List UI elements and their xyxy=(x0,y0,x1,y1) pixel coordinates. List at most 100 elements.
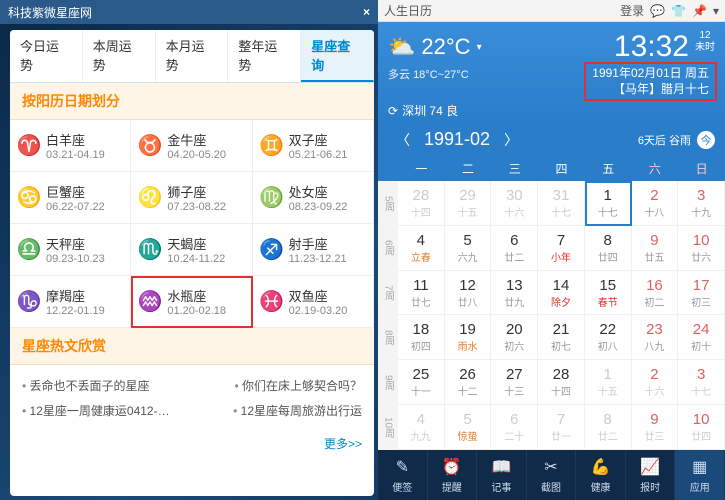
tab-3[interactable]: 整年运势 xyxy=(228,30,301,82)
zodiac-icon: ♍ xyxy=(259,185,285,211)
zodiac-巨蟹座[interactable]: ♋巨蟹座06.22-07.22 xyxy=(10,172,131,224)
day-cell[interactable]: 26十二 xyxy=(445,360,492,405)
day-cell[interactable]: 22初八 xyxy=(585,315,632,360)
day-cell[interactable]: 17初三 xyxy=(678,271,725,316)
month-label[interactable]: 1991-02 xyxy=(424,129,490,150)
login-link[interactable]: 登录 xyxy=(620,2,644,19)
toolbar-便签[interactable]: ✎便签 xyxy=(378,450,428,500)
day-cell[interactable]: 11廿七 xyxy=(398,271,445,316)
toolbar-记事[interactable]: 📖记事 xyxy=(477,450,527,500)
day-cell[interactable]: 8廿四 xyxy=(585,226,632,271)
today-button[interactable]: 今 xyxy=(697,131,715,149)
tab-2[interactable]: 本月运势 xyxy=(156,30,229,82)
toolbar-健康[interactable]: 💪健康 xyxy=(576,450,626,500)
hot-link[interactable]: 12星座每周旅游出行运 xyxy=(233,402,362,419)
toolbar-截图[interactable]: ✂截图 xyxy=(527,450,577,500)
day-cell[interactable]: 3十九 xyxy=(678,181,725,226)
day-cell[interactable]: 9廿三 xyxy=(632,405,679,450)
zodiac-金牛座[interactable]: ♉金牛座04.20-05.20 xyxy=(131,120,252,172)
day-cell[interactable]: 27十三 xyxy=(491,360,538,405)
day-cell[interactable]: 28十四 xyxy=(398,181,445,226)
pin-icon[interactable]: 📌 xyxy=(692,4,707,18)
day-cell[interactable]: 18初四 xyxy=(398,315,445,360)
hot-link[interactable]: 丢命也不丢面子的星座 xyxy=(22,377,150,394)
zodiac-摩羯座[interactable]: ♑摩羯座12.22-01.19 xyxy=(10,276,131,328)
day-cell[interactable]: 16初二 xyxy=(632,271,679,316)
day-cell[interactable]: 25十一 xyxy=(398,360,445,405)
selected-date-box: 1991年02月01日 周五 【马年】腊月十七 xyxy=(584,62,717,101)
day-cell[interactable]: 5惊蛰 xyxy=(445,405,492,450)
tab-1[interactable]: 本周运势 xyxy=(83,30,156,82)
toolbar-应用[interactable]: ▦应用 xyxy=(675,450,725,500)
zodiac-白羊座[interactable]: ♈白羊座03.21-04.19 xyxy=(10,120,131,172)
toolbar-提醒[interactable]: ⏰提醒 xyxy=(428,450,478,500)
day-cell[interactable]: 8廿二 xyxy=(585,405,632,450)
menu-icon[interactable]: ▾ xyxy=(713,4,719,18)
day-cell[interactable]: 2十八 xyxy=(632,181,679,226)
day-cell[interactable]: 13廿九 xyxy=(491,271,538,316)
refresh-icon[interactable]: ⟳ xyxy=(388,104,398,118)
day-cell[interactable]: 20初六 xyxy=(491,315,538,360)
date-gregorian: 1991年02月01日 周五 xyxy=(592,66,709,82)
zodiac-icon: ♎ xyxy=(16,237,42,263)
chat-icon[interactable]: 💬 xyxy=(650,4,665,18)
zodiac-天蝎座[interactable]: ♏天蝎座10.24-11.22 xyxy=(131,224,252,276)
hot-link[interactable]: 你们在床上够契合吗？ xyxy=(234,377,362,394)
day-cell[interactable]: 5六九 xyxy=(445,226,492,271)
day-cell[interactable]: 12廿八 xyxy=(445,271,492,316)
zodiac-天秤座[interactable]: ♎天秤座09.23-10.23 xyxy=(10,224,131,276)
toolbar-报时[interactable]: 📈报时 xyxy=(626,450,676,500)
day-cell[interactable]: 10廿六 xyxy=(678,226,725,271)
zodiac-双子座[interactable]: ♊双子座05.21-06.21 xyxy=(253,120,374,172)
day-cell[interactable]: 4九九 xyxy=(398,405,445,450)
day-cell[interactable]: 28十四 xyxy=(538,360,585,405)
day-cell[interactable]: 24初十 xyxy=(678,315,725,360)
day-cell[interactable]: 19雨水 xyxy=(445,315,492,360)
zodiac-icon: ♉ xyxy=(137,133,163,159)
zodiac-icon: ♐ xyxy=(259,237,285,263)
zodiac-狮子座[interactable]: ♌狮子座07.23-08.22 xyxy=(131,172,252,224)
day-cell[interactable]: 7小年 xyxy=(538,226,585,271)
zodiac-body: 今日运势本周运势本月运势整年运势星座查询 按阳历日期划分 ♈白羊座03.21-0… xyxy=(10,30,374,496)
day-cell[interactable]: 1十五 xyxy=(585,360,632,405)
zodiac-射手座[interactable]: ♐射手座11.23-12.21 xyxy=(253,224,374,276)
day-cell[interactable]: 10廿四 xyxy=(678,405,725,450)
day-cell[interactable]: 9廿五 xyxy=(632,226,679,271)
day-cell[interactable]: 3十七 xyxy=(678,360,725,405)
day-cell[interactable]: 14除夕 xyxy=(538,271,585,316)
day-cell[interactable]: 1十七 xyxy=(585,181,632,226)
shirt-icon[interactable]: 👕 xyxy=(671,4,686,18)
hot-link[interactable]: 12星座一周健康运0412-… xyxy=(22,402,170,419)
day-cell[interactable]: 15春节 xyxy=(585,271,632,316)
weather-chevron-icon[interactable]: ▾ xyxy=(477,42,482,53)
toolbar-icon: ✎ xyxy=(396,457,409,477)
day-cell[interactable]: 21初七 xyxy=(538,315,585,360)
day-cell[interactable]: 31十七 xyxy=(538,181,585,226)
toolbar-icon: ▦ xyxy=(692,457,707,477)
week-num: 5周 xyxy=(378,181,398,226)
day-cell[interactable]: 23八九 xyxy=(632,315,679,360)
location-row[interactable]: ⟳ 深圳 74 良 xyxy=(388,102,715,119)
next-month-button[interactable]: 〉 xyxy=(496,130,526,150)
day-cell[interactable]: 7廿一 xyxy=(538,405,585,450)
zodiac-水瓶座[interactable]: ♒水瓶座01.20-02.18 xyxy=(131,276,252,328)
day-cell[interactable]: 2十六 xyxy=(632,360,679,405)
zodiac-双鱼座[interactable]: ♓双鱼座02.19-03.20 xyxy=(253,276,374,328)
day-cell[interactable]: 4立春 xyxy=(398,226,445,271)
weather-icon: ⛅ xyxy=(388,34,415,60)
more-link[interactable]: 更多>> xyxy=(10,431,374,456)
zodiac-panel: 科技紫微星座网 × 今日运势本周运势本月运势整年运势星座查询 按阳历日期划分 ♈… xyxy=(0,0,378,500)
day-cell[interactable]: 30十六 xyxy=(491,181,538,226)
day-cell[interactable]: 29十五 xyxy=(445,181,492,226)
section-hot: 星座热文欣赏 xyxy=(10,328,374,365)
close-icon[interactable]: × xyxy=(363,5,370,19)
calendar-panel: 人生日历 登录 💬 👕 📌 ▾ ⛅ 22°C ▾ 13:32 12 未时 xyxy=(378,0,725,500)
day-cell[interactable]: 6廿二 xyxy=(491,226,538,271)
day-cell[interactable]: 6二十 xyxy=(491,405,538,450)
tab-0[interactable]: 今日运势 xyxy=(10,30,83,82)
hot-articles: 丢命也不丢面子的星座 你们在床上够契合吗？ 12星座一周健康运0412-… 12星座每… xyxy=(10,365,374,431)
zodiac-处女座[interactable]: ♍处女座08.23-09.22 xyxy=(253,172,374,224)
tab-4[interactable]: 星座查询 xyxy=(301,30,374,82)
prev-month-button[interactable]: 〈 xyxy=(388,130,418,150)
weather-desc: 多云 xyxy=(388,69,410,81)
